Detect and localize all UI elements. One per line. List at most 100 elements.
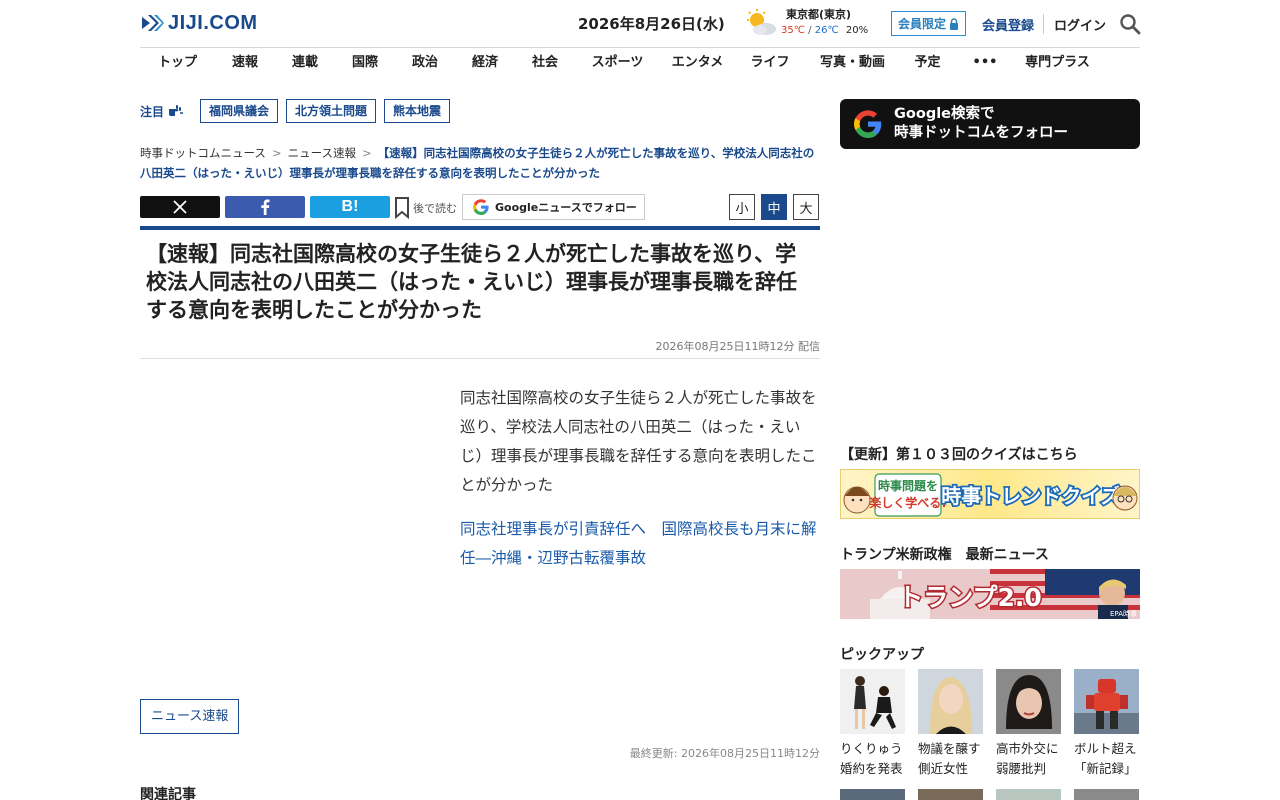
share-facebook-button[interactable] (225, 196, 305, 218)
lock-icon (950, 17, 959, 30)
nav-more-button[interactable]: ••• (955, 48, 1015, 78)
breadcrumb-separator: > (271, 146, 282, 160)
nav-item[interactable]: 写真・動画 (805, 48, 900, 78)
member-only-button[interactable]: 会員限定 (891, 11, 967, 36)
temp-high: 35℃ (781, 25, 805, 36)
search-icon[interactable] (1119, 13, 1141, 35)
pickup-caption-line2: 側近女性 (918, 761, 969, 776)
pickup-thumb-partial[interactable] (840, 789, 905, 800)
trump-banner-credit: EPA時事 (1110, 609, 1137, 618)
nav-item[interactable]: エンタメ (660, 48, 735, 78)
trump-banner-title: トランプ2.0 (898, 583, 1042, 612)
nav-item[interactable]: 政治 (395, 48, 455, 78)
share-x-button[interactable] (140, 196, 220, 218)
bookmark-icon (395, 197, 409, 219)
pickup-image-woman-blonde (918, 669, 983, 734)
quiz-banner[interactable]: 時事問題を 楽しく学べる! 時事トレンドクイズ (840, 469, 1140, 519)
x-logo-icon (173, 200, 187, 214)
google-search-follow-button[interactable]: Google検索で 時事ドットコムをフォロー (840, 99, 1140, 149)
pickup-caption-line2: 婚約を発表 (840, 761, 903, 776)
hatena-label: B! (341, 198, 359, 215)
trending-tag[interactable]: 福岡県議会 (200, 99, 279, 123)
pickup-thumb-partial[interactable] (918, 789, 983, 800)
read-later-label: 後で読む (413, 202, 457, 215)
google-follow-line2: 時事ドットコムをフォロー (894, 125, 1068, 141)
font-size-large-button[interactable]: 大 (793, 194, 819, 220)
related-article-link[interactable]: 同志社理事長が引責辞任へ 国際高校長も月末に解任―沖縄・辺野古転覆事故 (460, 515, 820, 573)
last-updated: 最終更新: 2026年08月25日11時12分 (140, 745, 820, 761)
google-g-icon (854, 110, 882, 138)
breadcrumb-item[interactable]: ニュース速報 (288, 146, 356, 160)
font-size-medium-button[interactable]: 中 (761, 194, 787, 220)
nav-item[interactable]: 専門プラス (1015, 48, 1100, 78)
nav-item[interactable]: 経済 (455, 48, 515, 78)
pickup-caption-line1: 高市外交に (996, 741, 1059, 756)
quiz-banner-art: 時事問題を 楽しく学べる! 時事トレンドクイズ (843, 473, 1138, 517)
font-size-small-button[interactable]: 小 (729, 194, 755, 220)
member-only-label: 会員限定 (898, 17, 947, 31)
pickup-caption-line2: 「新記録」 (1074, 761, 1137, 776)
nav-item[interactable]: 社会 (515, 48, 575, 78)
trending-tag[interactable]: 熊本地震 (384, 99, 451, 123)
quiz-banner-small2: 楽しく学べる! (869, 495, 946, 510)
weather-city: 東京都(東京) (786, 8, 852, 21)
divider (140, 358, 820, 359)
updated-date: 2026年08月25日11時12分 (681, 747, 820, 760)
read-later-button[interactable]: 後で読む (394, 196, 457, 220)
nav-item[interactable]: 国際 (335, 48, 395, 78)
nav-item[interactable]: ライフ (735, 48, 805, 78)
weather-temps: 35℃ / 26℃ 20% (781, 25, 868, 36)
pickup-thumb[interactable] (840, 669, 905, 734)
breadcrumb-item[interactable]: 時事ドットコムニュース (140, 146, 266, 160)
published-suffix: 配信 (798, 340, 820, 353)
pickup-image-robot (1074, 669, 1139, 734)
trump-banner-art: トランプ2.0 EPA時事 (840, 569, 1140, 619)
trump-banner[interactable]: トランプ2.0 EPA時事 (840, 569, 1140, 619)
pickup-caption-line1: ボルト超え (1074, 741, 1137, 756)
nav-item[interactable]: 予定 (900, 48, 955, 78)
pickup-heading: ピックアップ (840, 647, 924, 663)
headline-rule (140, 226, 820, 230)
trump-heading: トランプ米新政権 最新ニュース (840, 547, 1049, 563)
nav-item[interactable]: トップ (140, 48, 215, 78)
sun-cloud-icon (747, 9, 776, 35)
pickup-caption-line2: 弱腰批判 (996, 761, 1047, 776)
nav-item[interactable]: スポーツ (575, 48, 660, 78)
category-button[interactable]: ニュース速報 (140, 699, 240, 734)
trending-label: 注目 (140, 104, 165, 119)
nav-item[interactable]: 連載 (275, 48, 335, 78)
pickup-caption[interactable]: 物議を醸す 側近女性 (918, 739, 988, 779)
pickup-caption[interactable]: 高市外交に 弱腰批判 (996, 739, 1066, 779)
article-lead: 同志社国際高校の女子生徒ら２人が死亡した事故を巡り、学校法人同志社の八田英二（は… (460, 389, 817, 494)
google-news-follow-button[interactable]: Googleニュースでフォロー (462, 194, 645, 220)
pickup-thumb[interactable] (918, 669, 983, 734)
pickup-caption-line1: りくりゅう (840, 741, 903, 756)
facebook-logo-icon (261, 199, 270, 215)
google-news-label: Googleニュースでフォロー (495, 201, 637, 214)
quiz-banner-small1: 時事問題を (878, 478, 938, 493)
nav-item[interactable]: 速報 (215, 48, 275, 78)
google-follow-text: Google検索で 時事ドットコムをフォロー (894, 105, 1068, 143)
trending-tag[interactable]: 北方領土問題 (286, 99, 377, 123)
weather-widget[interactable]: 東京都(東京) 35℃ / 26℃ 20% (744, 6, 874, 42)
article-headline: 【速報】同志社国際高校の女子生徒ら２人が死亡した事故を巡り、学校法人同志社の八田… (146, 242, 797, 322)
breadcrumb-separator: > (362, 146, 372, 160)
pickup-caption[interactable]: ボルト超え 「新記録」 (1074, 739, 1144, 779)
signup-link[interactable]: 会員登録 (982, 15, 1034, 34)
google-follow-line1: Google検索で (894, 106, 995, 122)
pickup-image-woman-dark (996, 669, 1061, 734)
article-published: 2026年08月25日11時12分 配信 (140, 338, 820, 354)
share-hatena-button[interactable]: B! (310, 196, 390, 218)
header-divider (1043, 14, 1044, 34)
logo-text: JIJI.COM (168, 11, 258, 34)
pickup-thumb[interactable] (1074, 669, 1139, 734)
pickup-thumb-partial[interactable] (1074, 789, 1139, 800)
pickup-caption[interactable]: りくりゅう 婚約を発表 (840, 739, 910, 779)
trending-bar: 注目 福岡県議会 北方領土問題 熊本地震 (140, 99, 458, 123)
pickup-thumb-partial[interactable] (996, 789, 1061, 800)
site-logo[interactable]: JIJI.COM (140, 10, 258, 36)
pickup-caption-line1: 物議を醸す (918, 741, 981, 756)
main-nav: トップ 速報 連載 国際 政治 経済 社会 スポーツ エンタメ ライフ 写真・動画 予定 ••• 専門プラ… (140, 48, 1140, 78)
pickup-thumb[interactable] (996, 669, 1061, 734)
login-link[interactable]: ログイン (1054, 15, 1106, 34)
